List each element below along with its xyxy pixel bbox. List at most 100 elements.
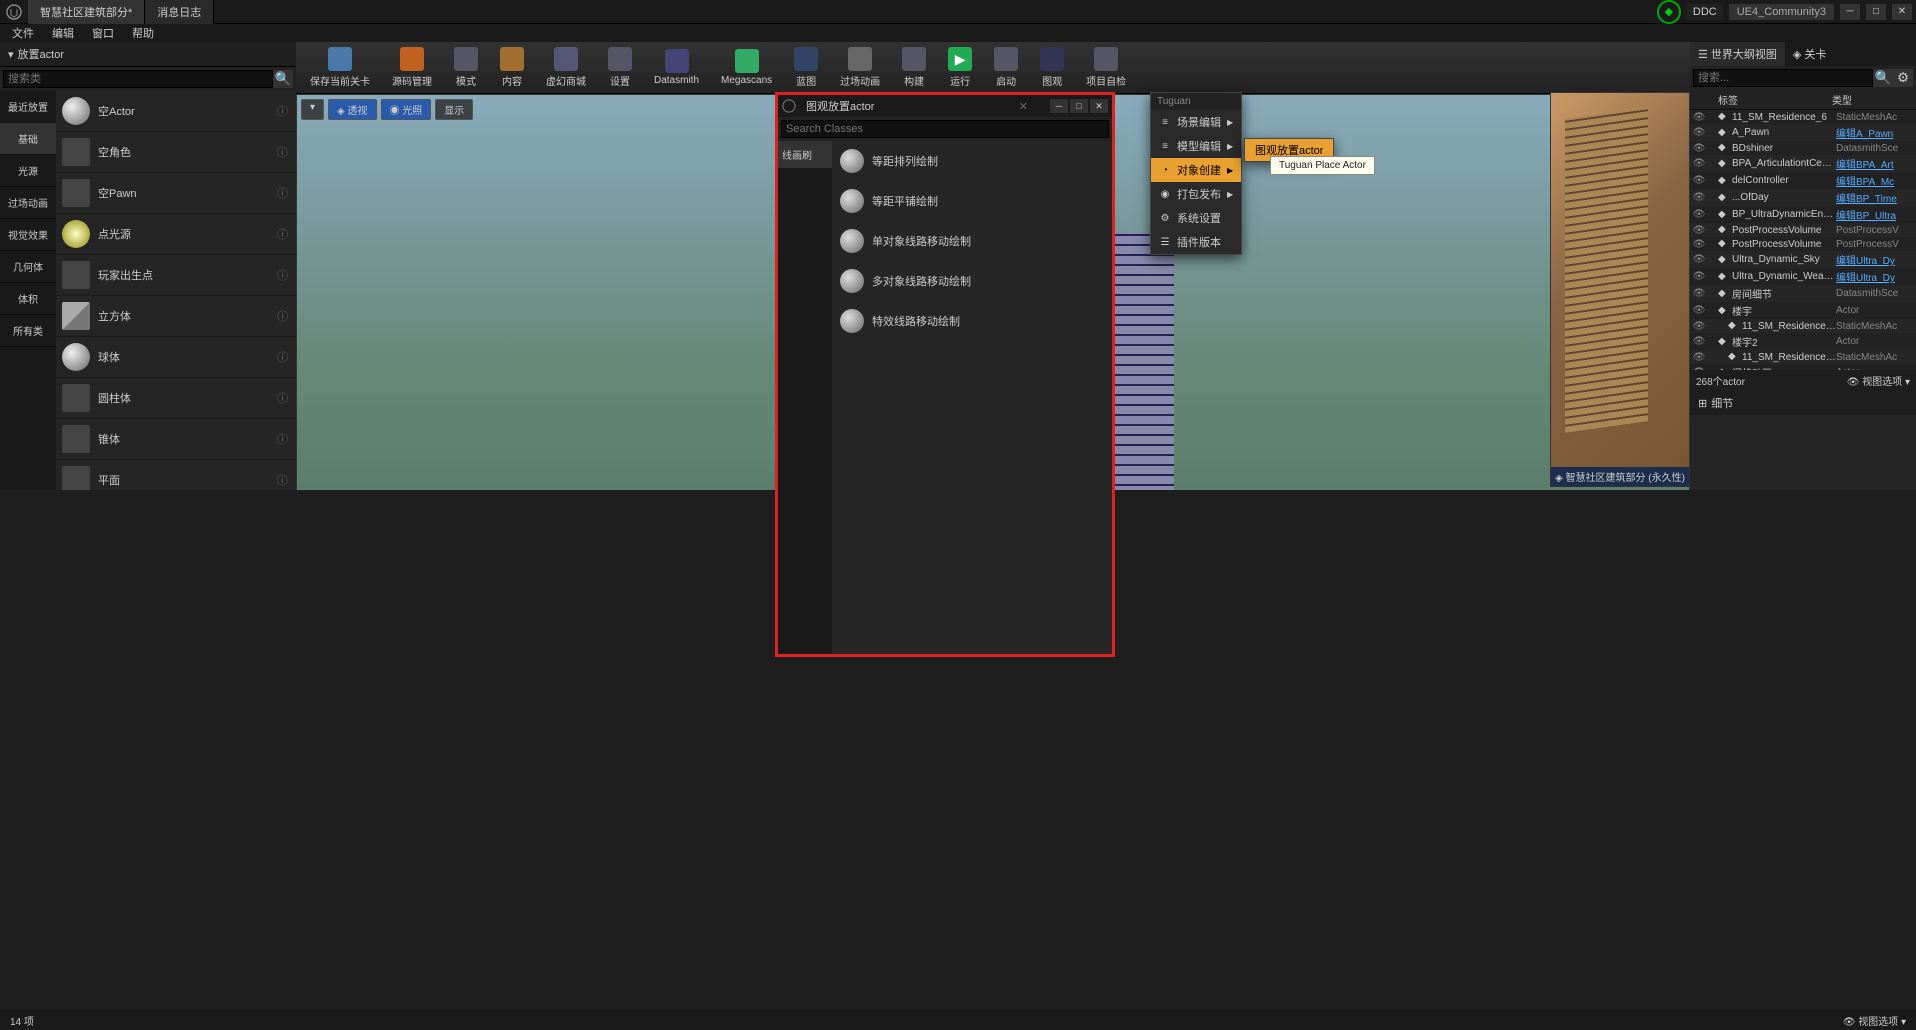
dialog-close-button[interactable]: ✕ (1090, 99, 1108, 113)
place-actor-item[interactable]: 玩家出生点ⓘ (56, 255, 296, 296)
popup-actor-item[interactable]: 多对象线路移动绘制 (832, 261, 1112, 301)
popup-actor-item[interactable]: 等距平铺绘制 (832, 181, 1112, 221)
mode-button[interactable]: 模式 (444, 44, 488, 92)
place-actor-item[interactable]: 空Actorⓘ (56, 91, 296, 132)
launch-button[interactable]: 启动 (984, 44, 1028, 92)
outliner-row[interactable]: 👁◆11_SM_Residence_2StaticMeshAc (1690, 319, 1916, 333)
actor-type[interactable]: 编辑BPA_Mc (1836, 173, 1914, 188)
source-button[interactable]: 源码管理 (382, 44, 442, 92)
save-button[interactable]: 保存当前关卡 (300, 44, 380, 92)
menu-edit[interactable]: 编辑 (44, 23, 82, 43)
place-category[interactable]: 视觉效果 (0, 219, 56, 251)
outliner-row[interactable]: 👁◆A_Pawn编辑A_Pawn (1690, 124, 1916, 141)
datasmith-button[interactable]: Datasmith (644, 44, 709, 92)
visibility-icon[interactable]: 👁 (1692, 239, 1706, 250)
outliner-row[interactable]: 👁◆11_SM_Residence_4StaticMeshAc (1690, 350, 1916, 364)
place-category[interactable]: 过场动画 (0, 187, 56, 219)
context-menu-item[interactable]: ☰插件版本 (1151, 230, 1241, 254)
outliner-row[interactable]: 👁◆PostProcessVolumePostProcessV (1690, 237, 1916, 251)
search-icon[interactable]: 🔍 (273, 70, 293, 88)
menu-help[interactable]: 帮助 (124, 23, 162, 43)
visibility-icon[interactable]: 👁 (1692, 321, 1706, 332)
perspective-button[interactable]: ◈ 透视 (328, 99, 376, 120)
maximize-button[interactable]: □ (1866, 4, 1886, 20)
market-button[interactable]: 虚幻商城 (536, 44, 596, 92)
outliner-row[interactable]: 👁◆BDshinerDatasmithSce (1690, 141, 1916, 155)
visibility-icon[interactable]: 👁 (1692, 305, 1706, 316)
info-icon[interactable]: ⓘ (277, 144, 288, 160)
visibility-icon[interactable]: 👁 (1692, 127, 1706, 138)
dialog-minimize-button[interactable]: ─ (1050, 99, 1068, 113)
context-menu-item[interactable]: ≡场景编辑▶ (1151, 110, 1241, 134)
dialog-maximize-button[interactable]: □ (1070, 99, 1088, 113)
chevron-down-icon[interactable]: ▾ (8, 48, 14, 61)
context-menu-item[interactable]: ◉打包发布▶ (1151, 182, 1241, 206)
place-category[interactable]: 几何体 (0, 251, 56, 283)
place-actor-item[interactable]: 空Pawnⓘ (56, 173, 296, 214)
dialog-search-input[interactable] (781, 120, 1109, 138)
visibility-icon[interactable]: 👁 (1692, 271, 1706, 282)
visibility-icon[interactable]: 👁 (1692, 112, 1706, 123)
status-icon[interactable]: ◆ (1657, 0, 1681, 24)
info-icon[interactable]: ⓘ (277, 431, 288, 447)
actor-type[interactable]: 编辑Ultra_Dy (1836, 252, 1914, 267)
tuguan-button[interactable]: 图观 (1030, 44, 1074, 92)
menu-window[interactable]: 窗口 (84, 23, 122, 43)
popup-actor-item[interactable]: 单对象线路移动绘制 (832, 221, 1112, 261)
visibility-icon[interactable]: 👁 (1692, 175, 1706, 186)
blueprint-button[interactable]: 蓝图 (784, 44, 828, 92)
outliner-row[interactable]: 👁◆11_SM_Residence_6StaticMeshAc (1690, 110, 1916, 124)
world-outliner-tab[interactable]: ☰ 世界大纲视图 (1690, 42, 1785, 66)
place-actor-item[interactable]: 球体ⓘ (56, 337, 296, 378)
place-category[interactable]: 光源 (0, 155, 56, 187)
play-button[interactable]: ▶运行 (938, 44, 982, 92)
viewport-dropdown[interactable]: ▾ (301, 99, 324, 120)
outliner-row[interactable]: 👁◆楼宇2Actor (1690, 333, 1916, 350)
info-icon[interactable]: ⓘ (277, 267, 288, 283)
popup-actor-item[interactable]: 特效线路移动绘制 (832, 301, 1112, 341)
place-actor-item[interactable]: 圆柱体ⓘ (56, 378, 296, 419)
build-button[interactable]: 构建 (892, 44, 936, 92)
view-options-button[interactable]: 👁 视图选项 ▾ (1843, 1013, 1906, 1028)
visibility-icon[interactable]: 👁 (1692, 352, 1706, 363)
info-icon[interactable]: ⓘ (277, 185, 288, 201)
selfcheck-button[interactable]: 项目自检 (1076, 44, 1136, 92)
outliner-row[interactable]: 👁◆...OfDay编辑BP_Time (1690, 189, 1916, 206)
visibility-icon[interactable]: 👁 (1692, 209, 1706, 220)
outliner-row[interactable]: 👁◆Ultra_Dynamic_Weather编辑Ultra_Dy (1690, 268, 1916, 285)
visibility-icon[interactable]: 👁 (1692, 225, 1706, 236)
place-category[interactable]: 最近放置 (0, 91, 56, 123)
visibility-icon[interactable]: 👁 (1692, 158, 1706, 169)
column-label[interactable]: 标签 (1694, 92, 1832, 107)
outliner-row[interactable]: 👁◆房间细节DatasmithSce (1690, 285, 1916, 302)
column-type[interactable]: 类型 (1832, 92, 1912, 107)
visibility-icon[interactable]: 👁 (1692, 192, 1706, 203)
place-category[interactable]: 体积 (0, 283, 56, 315)
megascan-button[interactable]: Megascans (711, 44, 782, 92)
place-category[interactable]: 基础 (0, 123, 56, 155)
content-button[interactable]: 内容 (490, 44, 534, 92)
place-search-input[interactable] (3, 70, 273, 88)
visibility-icon[interactable]: 👁 (1692, 336, 1706, 347)
place-actor-item[interactable]: 点光源ⓘ (56, 214, 296, 255)
anim-button[interactable]: 过场动画 (830, 44, 890, 92)
project-tab[interactable]: 智慧社区建筑部分* (28, 0, 145, 24)
menu-file[interactable]: 文件 (4, 23, 42, 43)
outliner-row[interactable]: 👁◆delController编辑BPA_Mc (1690, 172, 1916, 189)
outliner-tree[interactable]: 👁◆11_SM_Residence_6StaticMeshAc👁◆A_Pawn编… (1690, 110, 1916, 370)
visibility-icon[interactable]: 👁 (1692, 254, 1706, 265)
details-tab[interactable]: ⊞ 细节 (1690, 391, 1916, 415)
actor-type[interactable]: 编辑A_Pawn (1836, 125, 1914, 140)
place-actor-item[interactable]: 锥体ⓘ (56, 419, 296, 460)
place-actor-item[interactable]: 空角色ⓘ (56, 132, 296, 173)
actor-type[interactable]: 编辑BP_Ultra (1836, 207, 1914, 222)
levels-tab[interactable]: ◈ 关卡 (1785, 42, 1834, 66)
settings-button[interactable]: 设置 (598, 44, 642, 92)
visibility-icon[interactable]: 👁 (1692, 288, 1706, 299)
outliner-row[interactable]: 👁◆BPA_ArticulationtCenter编辑BPA_Art (1690, 155, 1916, 172)
close-button[interactable]: ✕ (1892, 4, 1912, 20)
show-button[interactable]: 显示 (435, 99, 473, 120)
popup-actor-item[interactable]: 等距排列绘制 (832, 141, 1112, 181)
info-icon[interactable]: ⓘ (277, 390, 288, 406)
lighting-button[interactable]: ◉ 光照 (381, 99, 432, 120)
